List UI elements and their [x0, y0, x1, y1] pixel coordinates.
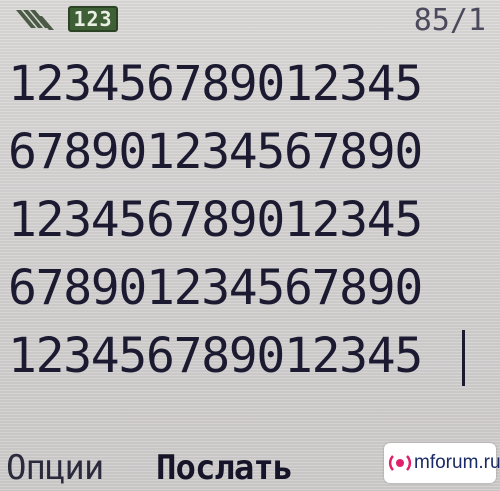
message-line: 123456789012345 [8, 56, 423, 112]
message-text-area[interactable]: 123456789012345 678901234567890 12345678… [8, 52, 492, 392]
message-line: 123456789012345 [8, 328, 423, 384]
message-line: 678901234567890 [8, 124, 423, 180]
input-mode-badge: 123 [68, 6, 118, 32]
status-bar: 123 85/1 [0, 0, 500, 44]
options-softkey[interactable]: Опции [6, 446, 104, 490]
send-softkey[interactable]: Послать [156, 446, 293, 490]
message-line: 678901234567890 [8, 260, 423, 316]
watermark: mforum.ru [384, 443, 500, 483]
text-cursor [462, 330, 465, 386]
character-counter: 85/1 [413, 3, 486, 38]
phone-screen: 123 85/1 123456789012345 678901234567890… [0, 0, 500, 491]
signal-strength-icon [16, 10, 54, 30]
watermark-text: mforum.ru [414, 452, 500, 473]
message-line: 123456789012345 [8, 192, 423, 248]
mforum-logo-icon [388, 455, 412, 471]
